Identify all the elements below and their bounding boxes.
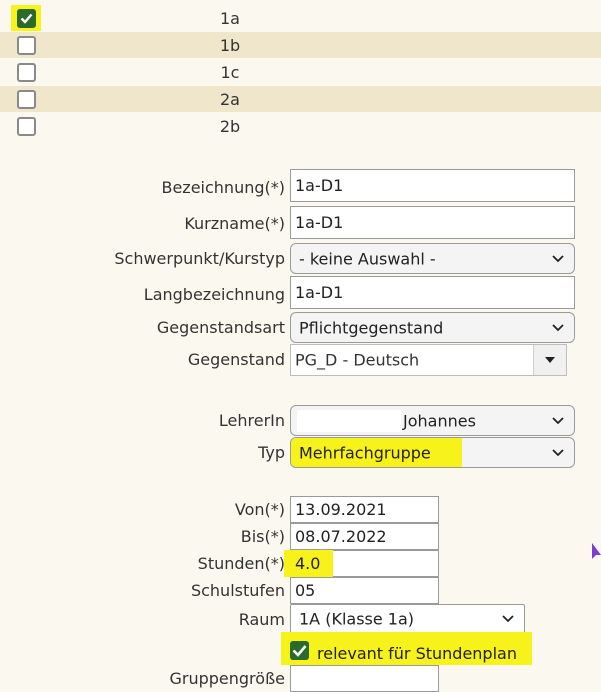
chevron-down-icon (552, 416, 564, 424)
class-row-2a[interactable]: 2a (0, 86, 601, 112)
class-label: 1c (220, 63, 240, 82)
caret-down-icon (545, 357, 555, 363)
chevron-down-icon (502, 615, 514, 623)
typ-label: Typ (258, 443, 285, 462)
class-row-1a[interactable]: 1a (0, 5, 601, 31)
kurzname-label: Kurzname(*) (184, 214, 285, 233)
class-row-1b[interactable]: 1b (0, 32, 601, 58)
gegenstand-label: Gegenstand (187, 350, 285, 369)
gegenstand-combobox[interactable]: PG_D - Deutsch (290, 344, 567, 376)
langbezeichnung-input[interactable]: 1a-D1 (290, 276, 575, 309)
gruppengroesse-input[interactable] (290, 665, 439, 692)
gegenstandsart-value: Pflichtgegenstand (299, 318, 444, 337)
gegenstand-dropdown-button[interactable] (533, 345, 566, 375)
lehrerin-select[interactable]: Johannes (290, 405, 575, 436)
bezeichnung-value: 1a-D1 (295, 176, 344, 195)
langbezeichnung-value: 1a-D1 (295, 283, 344, 302)
raum-value: 1A (Klasse 1a) (299, 609, 415, 629)
von-input[interactable]: 13.09.2021 (290, 496, 439, 523)
mouse-cursor-icon (592, 543, 601, 559)
schulstufen-label: Schulstufen (190, 581, 285, 600)
class-label: 1a (220, 9, 240, 28)
stunden-value: 4.0 (295, 554, 321, 573)
kurzname-input[interactable]: 1a-D1 (290, 206, 575, 239)
checkmark-icon (292, 645, 307, 657)
lehrerin-label: LehrerIn (218, 411, 285, 430)
von-label: Von(*) (234, 500, 285, 519)
chevron-down-icon (552, 323, 564, 331)
schulstufen-input[interactable]: 05 (290, 577, 439, 604)
class-label: 2b (219, 117, 241, 136)
bis-label: Bis(*) (240, 527, 285, 546)
raum-label: Raum (238, 610, 285, 629)
bezeichnung-input[interactable]: 1a-D1 (290, 169, 575, 202)
schwerpunkt-select[interactable]: - keine Auswahl - (290, 243, 575, 274)
relevant-label: relevant für Stundenplan (317, 644, 517, 663)
von-value: 13.09.2021 (295, 500, 387, 519)
chevron-down-icon (552, 448, 564, 456)
chevron-down-icon (552, 254, 564, 262)
class-checkbox-2b[interactable] (17, 117, 36, 136)
class-label: 1b (219, 36, 241, 55)
raum-select[interactable]: 1A (Klasse 1a) (290, 604, 525, 634)
class-row-1c[interactable]: 1c (0, 59, 601, 85)
class-row-2b[interactable]: 2b (0, 113, 601, 139)
class-label: 2a (220, 90, 240, 109)
gegenstand-value: PG_D - Deutsch (295, 350, 420, 370)
typ-select[interactable]: Mehrfachgruppe (290, 437, 575, 468)
relevant-checkbox[interactable] (290, 641, 309, 660)
bezeichnung-label: Bezeichnung(*) (161, 178, 285, 197)
class-checkbox-1b[interactable] (17, 36, 36, 55)
stunden-label: Stunden(*) (197, 554, 285, 573)
lehrerin-value: Johannes (403, 411, 476, 430)
gegenstandsart-select[interactable]: Pflichtgegenstand (290, 312, 575, 343)
kurzname-value: 1a-D1 (295, 213, 344, 232)
schwerpunkt-value: - keine Auswahl - (299, 249, 436, 268)
langbezeichnung-label: Langbezeichnung (143, 285, 285, 304)
gegenstandsart-label: Gegenstandsart (156, 318, 285, 337)
schwerpunkt-label: Schwerpunkt/Kurstyp (114, 249, 285, 268)
redacted-name (297, 410, 401, 432)
bis-value: 08.07.2022 (295, 527, 387, 546)
class-checkbox-1a[interactable] (17, 9, 36, 28)
schulstufen-value: 05 (295, 581, 316, 600)
stunden-input[interactable]: 4.0 (284, 550, 439, 577)
class-checkbox-2a[interactable] (17, 90, 36, 109)
class-checkbox-1c[interactable] (17, 63, 36, 82)
checkmark-icon (20, 13, 33, 24)
typ-value: Mehrfachgruppe (299, 443, 431, 462)
gruppengroesse-label: Gruppengröße (169, 669, 285, 688)
bis-input[interactable]: 08.07.2022 (290, 523, 439, 550)
